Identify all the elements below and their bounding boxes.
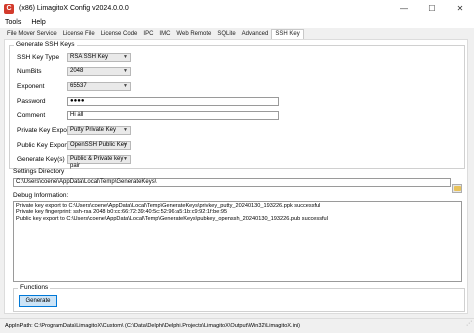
generate-keys-select[interactable]: Public & Private key pair ▼ [67, 155, 131, 169]
tab-web-remote[interactable]: Web Remote [173, 30, 214, 39]
tab-advanced[interactable]: Advanced [239, 30, 272, 39]
functions-group: Functions [13, 284, 465, 312]
chevron-down-icon: ▼ [123, 83, 128, 89]
ssh-key-type-value: RSA SSH Key [70, 54, 109, 60]
window-title: (x86) LimagitoX Config v2024.0.0.0 [19, 5, 129, 12]
settings-directory-label: Settings Directory [13, 168, 65, 175]
tab-imc[interactable]: IMC [156, 30, 173, 39]
menu-help[interactable]: Help [26, 19, 50, 26]
chevron-down-icon: ▼ [123, 68, 128, 74]
maximize-button[interactable]: ☐ [418, 0, 446, 17]
exponent-label: Exponent [17, 83, 45, 90]
password-field[interactable]: ●●●● [67, 97, 279, 106]
chevron-down-icon: ▼ [123, 54, 128, 60]
debug-line: Public key export to C:\Users\coene\AppD… [16, 215, 328, 222]
ssh-key-type-label: SSH Key Type [17, 54, 60, 61]
chevron-down-icon: ▼ [123, 156, 128, 162]
functions-title: Functions [18, 284, 51, 291]
tab-sqlite[interactable]: SQLite [214, 30, 238, 39]
debug-information-memo[interactable]: Private key export to C:\Users\coene\App… [13, 201, 462, 282]
numbits-label: NumBits [17, 68, 42, 75]
public-key-export-label: Public Key Export [17, 142, 69, 149]
private-key-export-label: Private Key Export [17, 127, 71, 134]
chevron-down-icon: ▼ [123, 142, 128, 148]
generate-ssh-keys-group: Generate SSH Keys [9, 41, 465, 169]
comment-label: Comment [17, 112, 46, 119]
ssh-key-type-select[interactable]: RSA SSH Key ▼ [67, 53, 131, 62]
status-text: AppInPath: C:\ProgramData\LimagitoX\Cust… [5, 323, 301, 329]
private-key-export-select[interactable]: Putty Private Key ▼ [67, 126, 131, 135]
folder-icon [453, 186, 461, 191]
tab-file-mover-service[interactable]: File Mover Service [4, 30, 60, 39]
ssh-key-panel: Generate SSH Keys SSH Key Type RSA SSH K… [4, 39, 468, 314]
tab-ipc[interactable]: IPC [140, 30, 156, 39]
debug-information-label: Debug Information: [13, 192, 69, 199]
comment-field[interactable]: Hi all [67, 111, 279, 120]
generate-keys-label: Generate Key(s) [17, 156, 65, 163]
close-button[interactable]: ✕ [446, 0, 474, 17]
menu-tools[interactable]: Tools [0, 19, 26, 26]
public-key-export-select[interactable]: OpenSSH Public Key ▼ [67, 141, 131, 150]
numbits-value: 2048 [70, 68, 84, 74]
generate-button[interactable]: Generate [19, 295, 57, 307]
tab-bar: File Mover Service License File License … [4, 29, 304, 39]
app-icon: C [4, 3, 14, 14]
private-key-export-value: Putty Private Key [70, 127, 117, 133]
window-controls: — ☐ ✕ [390, 0, 474, 17]
public-key-export-value: OpenSSH Public Key [70, 142, 128, 148]
tab-license-code[interactable]: License Code [98, 30, 141, 39]
exponent-value: 65537 [70, 83, 87, 89]
numbits-select[interactable]: 2048 ▼ [67, 67, 131, 76]
tab-ssh-key[interactable]: SSH Key [271, 29, 304, 39]
generate-ssh-keys-title: Generate SSH Keys [14, 41, 77, 48]
title-bar: C (x86) LimagitoX Config v2024.0.0.0 — ☐… [0, 0, 474, 17]
settings-directory-field[interactable]: C:\Users\coene\AppData\Local\Temp\Genera… [13, 178, 451, 187]
browse-folder-button[interactable] [452, 184, 462, 193]
minimize-button[interactable]: — [390, 0, 418, 17]
chevron-down-icon: ▼ [123, 127, 128, 133]
menu-bar: Tools Help [0, 17, 474, 28]
password-label: Password [17, 98, 46, 105]
status-bar: AppInPath: C:\ProgramData\LimagitoX\Cust… [0, 318, 474, 333]
tab-license-file[interactable]: License File [60, 30, 98, 39]
resize-grip-icon[interactable]: ⋰ [466, 319, 472, 331]
exponent-select[interactable]: 65537 ▼ [67, 82, 131, 91]
